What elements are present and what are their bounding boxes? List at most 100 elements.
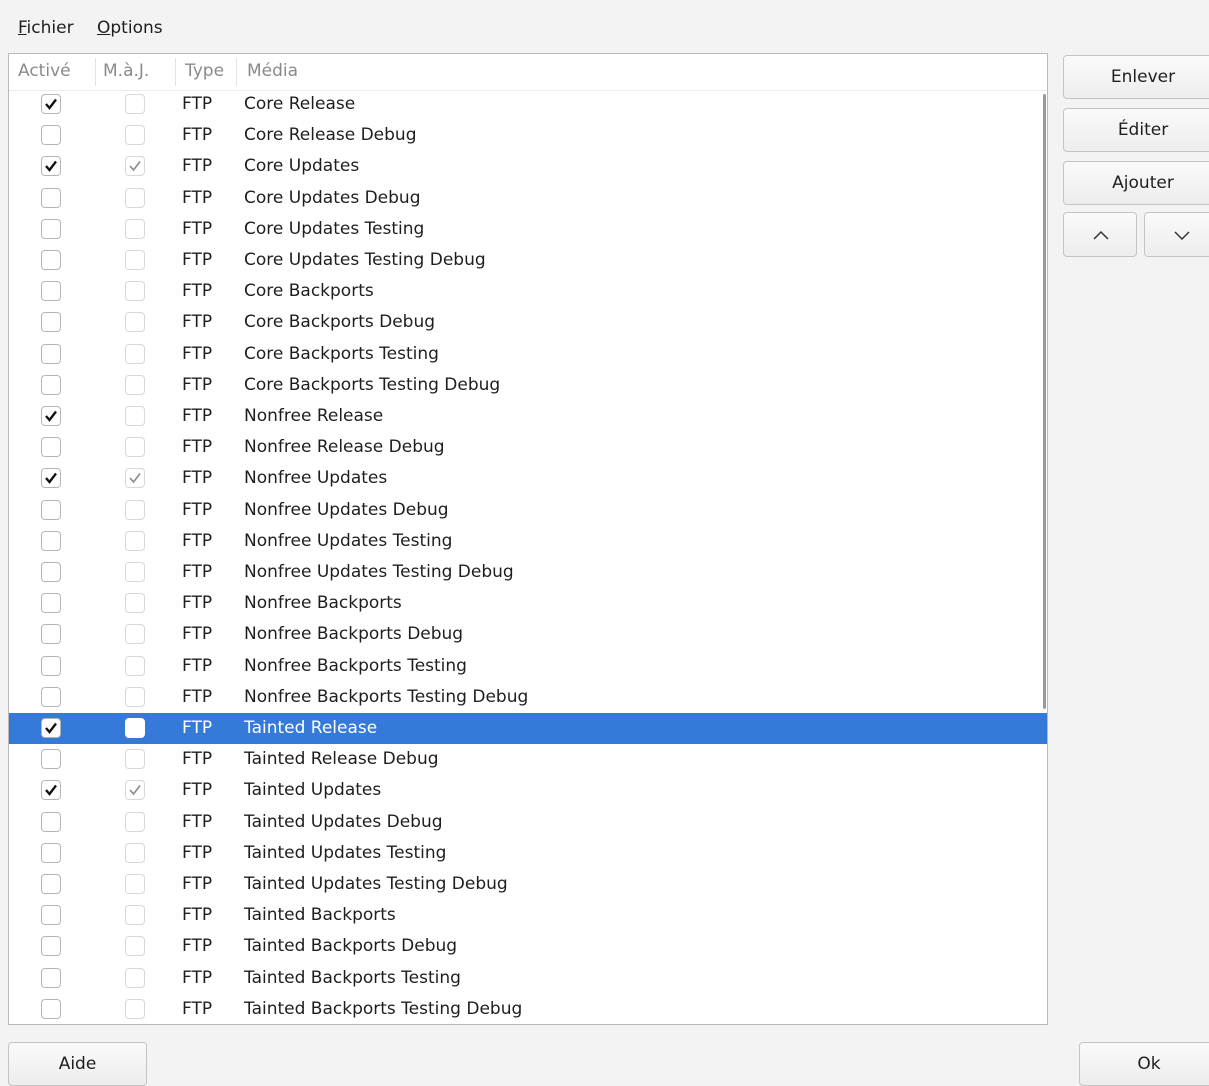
active-checkbox[interactable] (41, 936, 61, 956)
update-checkbox[interactable] (125, 156, 145, 176)
active-checkbox[interactable] (41, 250, 61, 270)
active-checkbox[interactable] (41, 718, 61, 738)
active-checkbox[interactable] (41, 312, 61, 332)
update-checkbox[interactable] (125, 219, 145, 239)
update-checkbox[interactable] (125, 593, 145, 613)
table-row[interactable]: FTP Nonfree Updates (9, 463, 1047, 494)
table-row[interactable]: FTP Core Updates (9, 151, 1047, 182)
update-checkbox[interactable] (125, 437, 145, 457)
active-checkbox[interactable] (41, 999, 61, 1019)
active-checkbox[interactable] (41, 125, 61, 145)
update-checkbox[interactable] (125, 656, 145, 676)
active-checkbox[interactable] (41, 406, 61, 426)
active-checkbox[interactable] (41, 94, 61, 114)
table-row[interactable]: FTP Core Updates Debug (9, 183, 1047, 214)
remove-button[interactable]: Enlever (1063, 55, 1209, 99)
active-checkbox[interactable] (41, 624, 61, 644)
active-checkbox[interactable] (41, 687, 61, 707)
table-row[interactable]: FTP Nonfree Updates Testing Debug (9, 557, 1047, 588)
table-row[interactable]: FTP Tainted Backports Debug (9, 931, 1047, 962)
header-media[interactable]: Média (247, 61, 298, 81)
update-checkbox[interactable] (125, 406, 145, 426)
move-up-button[interactable] (1063, 212, 1137, 257)
active-checkbox[interactable] (41, 812, 61, 832)
active-checkbox[interactable] (41, 500, 61, 520)
table-row[interactable]: FTP Tainted Backports Testing Debug (9, 994, 1047, 1024)
table-row[interactable]: FTP Nonfree Release Debug (9, 432, 1047, 463)
update-checkbox[interactable] (125, 125, 145, 145)
active-checkbox[interactable] (41, 874, 61, 894)
update-checkbox[interactable] (125, 936, 145, 956)
table-row[interactable]: FTP Nonfree Release (9, 401, 1047, 432)
media-list[interactable]: Activé M.à.J. Type Média FTP Core Release… (8, 53, 1048, 1025)
update-checkbox[interactable] (125, 624, 145, 644)
help-button[interactable]: Aide (8, 1042, 147, 1086)
update-checkbox[interactable] (125, 375, 145, 395)
update-checkbox[interactable] (125, 500, 145, 520)
table-row[interactable]: FTP Nonfree Updates Debug (9, 495, 1047, 526)
active-checkbox[interactable] (41, 375, 61, 395)
update-checkbox[interactable] (125, 468, 145, 488)
active-checkbox[interactable] (41, 219, 61, 239)
update-checkbox[interactable] (125, 749, 145, 769)
active-checkbox[interactable] (41, 749, 61, 769)
active-checkbox[interactable] (41, 593, 61, 613)
table-row[interactable]: FTP Tainted Updates Debug (9, 807, 1047, 838)
table-row[interactable]: FTP Tainted Backports (9, 900, 1047, 931)
table-row[interactable]: FTP Core Release (9, 89, 1047, 120)
table-row[interactable]: FTP Nonfree Backports Testing Debug (9, 682, 1047, 713)
table-row[interactable]: FTP Nonfree Updates Testing (9, 526, 1047, 557)
scrollbar[interactable] (1043, 94, 1046, 709)
update-checkbox[interactable] (125, 344, 145, 364)
update-checkbox[interactable] (125, 531, 145, 551)
add-button[interactable]: Ajouter (1063, 161, 1209, 205)
table-row[interactable]: FTP Core Backports (9, 276, 1047, 307)
update-checkbox[interactable] (125, 905, 145, 925)
table-row[interactable]: FTP Core Backports Testing (9, 339, 1047, 370)
active-checkbox[interactable] (41, 281, 61, 301)
update-checkbox[interactable] (125, 562, 145, 582)
active-checkbox[interactable] (41, 468, 61, 488)
table-row[interactable]: FTP Tainted Release Debug (9, 744, 1047, 775)
active-checkbox[interactable] (41, 562, 61, 582)
active-checkbox[interactable] (41, 531, 61, 551)
header-update[interactable]: M.à.J. (103, 61, 149, 81)
table-row[interactable]: FTP Core Backports Debug (9, 307, 1047, 338)
update-checkbox[interactable] (125, 188, 145, 208)
table-row[interactable]: FTP Tainted Updates Testing Debug (9, 869, 1047, 900)
update-checkbox[interactable] (125, 281, 145, 301)
table-row[interactable]: FTP Tainted Release (9, 713, 1047, 744)
active-checkbox[interactable] (41, 437, 61, 457)
update-checkbox[interactable] (125, 812, 145, 832)
ok-button[interactable]: Ok (1079, 1042, 1209, 1086)
update-checkbox[interactable] (125, 843, 145, 863)
table-row[interactable]: FTP Core Updates Testing (9, 214, 1047, 245)
header-active[interactable]: Activé (18, 61, 71, 81)
update-checkbox[interactable] (125, 718, 145, 738)
active-checkbox[interactable] (41, 156, 61, 176)
table-row[interactable]: FTP Nonfree Backports Debug (9, 619, 1047, 650)
table-row[interactable]: FTP Tainted Updates Testing (9, 838, 1047, 869)
active-checkbox[interactable] (41, 843, 61, 863)
active-checkbox[interactable] (41, 905, 61, 925)
table-row[interactable]: FTP Nonfree Backports Testing (9, 651, 1047, 682)
update-checkbox[interactable] (125, 687, 145, 707)
active-checkbox[interactable] (41, 780, 61, 800)
update-checkbox[interactable] (125, 780, 145, 800)
update-checkbox[interactable] (125, 250, 145, 270)
update-checkbox[interactable] (125, 999, 145, 1019)
table-row[interactable]: FTP Tainted Updates (9, 775, 1047, 806)
menu-options[interactable]: Options (97, 18, 163, 38)
update-checkbox[interactable] (125, 874, 145, 894)
update-checkbox[interactable] (125, 968, 145, 988)
table-row[interactable]: FTP Core Release Debug (9, 120, 1047, 151)
active-checkbox[interactable] (41, 344, 61, 364)
active-checkbox[interactable] (41, 656, 61, 676)
active-checkbox[interactable] (41, 188, 61, 208)
update-checkbox[interactable] (125, 312, 145, 332)
edit-button[interactable]: Éditer (1063, 108, 1209, 152)
table-row[interactable]: FTP Nonfree Backports (9, 588, 1047, 619)
table-row[interactable]: FTP Core Updates Testing Debug (9, 245, 1047, 276)
active-checkbox[interactable] (41, 968, 61, 988)
table-row[interactable]: FTP Tainted Backports Testing (9, 963, 1047, 994)
